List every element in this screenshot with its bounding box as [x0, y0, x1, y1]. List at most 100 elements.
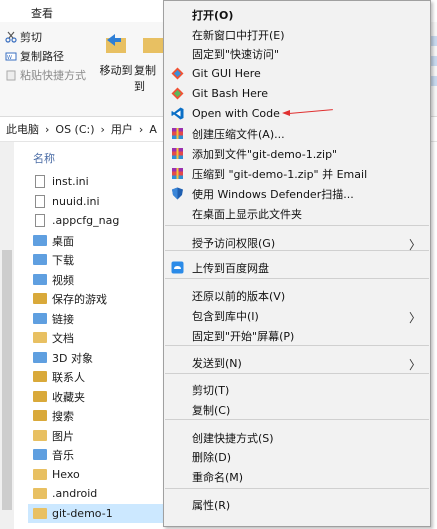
context-menu-item[interactable]: 创建压缩文件(A)... — [164, 124, 430, 143]
context-menu-item-label: 复制(C) — [192, 403, 231, 417]
music-folder-icon — [33, 449, 47, 460]
file-list-item[interactable]: .appcfg_nag — [33, 211, 119, 230]
file-list-item[interactable]: 视频 — [33, 270, 74, 289]
column-header-name[interactable]: 名称 — [33, 150, 55, 166]
context-menu-item[interactable]: 创建快捷方式(S) — [164, 428, 430, 447]
context-menu-item[interactable]: 删除(D) — [164, 447, 430, 466]
context-menu-item[interactable]: 固定到"快速访问" — [164, 44, 430, 63]
breadcrumb-users[interactable]: 用户 — [111, 121, 133, 137]
file-list-item[interactable]: 收藏夹 — [33, 387, 85, 406]
copy-path-icon: W — [5, 50, 17, 62]
file-list-item[interactable]: 联系人 — [33, 367, 85, 386]
archive-icon — [171, 147, 184, 160]
context-menu-item[interactable]: 授予访问权限(G) 〉 — [164, 233, 430, 253]
document-icon — [35, 214, 45, 227]
cut-button[interactable]: 剪切 — [5, 28, 42, 45]
file-list-item[interactable]: 保存的游戏 — [33, 289, 107, 308]
copy-path-button[interactable]: W 复制路径 — [5, 47, 64, 64]
paste-shortcut-button[interactable]: 粘贴快捷方式 — [5, 66, 86, 83]
menu-separator — [165, 225, 429, 226]
context-menu-item[interactable]: Git Bash Here — [164, 84, 430, 103]
context-menu-item[interactable]: Git GUI Here — [164, 64, 430, 83]
file-name: 文档 — [52, 331, 74, 345]
context-menu-item[interactable]: 剪切(T) — [164, 380, 430, 399]
file-list-item[interactable]: inst.ini — [33, 172, 89, 191]
file-list-item[interactable]: Hexo — [33, 465, 80, 484]
file-name: 收藏夹 — [52, 390, 85, 404]
file-name: 音乐 — [52, 448, 74, 462]
videos-folder-icon — [33, 274, 47, 285]
paste-shortcut-icon — [5, 69, 17, 81]
breadcrumb-separator[interactable]: › — [139, 123, 143, 136]
context-menu-item-label: 添加到文件"git-demo-1.zip" — [192, 147, 338, 161]
baidu-netdisk-icon — [171, 261, 184, 274]
context-menu-item[interactable]: 还原以前的版本(V) — [164, 286, 430, 305]
context-menu-item-label: 固定到"开始"屏幕(P) — [192, 329, 295, 343]
context-menu-item[interactable]: 在桌面上显示此文件夹 — [164, 204, 430, 223]
breadcrumb-user[interactable]: A — [149, 123, 157, 136]
document-icon — [35, 195, 45, 208]
context-menu-item[interactable]: Open with Code — [164, 104, 430, 123]
context-menu-item[interactable]: 包含到库中(I) 〉 — [164, 306, 430, 326]
file-list-item[interactable]: git-demo-1 — [28, 504, 163, 523]
file-list-item[interactable]: 搜索 — [33, 406, 74, 425]
context-menu-item-label: 包含到库中(I) — [192, 309, 259, 323]
file-name: 桌面 — [52, 234, 74, 248]
breadcrumb-this-pc[interactable]: 此电脑 — [6, 121, 39, 137]
file-name: .android — [52, 487, 98, 500]
context-menu-item[interactable]: 复制(C) — [164, 400, 430, 419]
folder-icon — [33, 488, 47, 499]
move-to-button[interactable]: 移动到 — [96, 30, 136, 78]
file-name: 3D 对象 — [52, 351, 93, 365]
context-menu-item[interactable]: 使用 Windows Defender扫描... — [164, 184, 430, 203]
copy-to-button[interactable]: 复制到 — [134, 30, 164, 94]
breadcrumb-drive[interactable]: OS (C:) — [55, 123, 94, 136]
file-list-item[interactable]: 文档 — [33, 328, 74, 347]
copy-path-label: 复制路径 — [20, 49, 64, 63]
context-menu-item[interactable]: 属性(R) — [164, 495, 430, 514]
file-list-item[interactable]: nuuid.ini — [33, 192, 100, 211]
context-menu-item[interactable]: 在新窗口中打开(E) — [164, 25, 430, 44]
context-menu-item[interactable]: 添加到文件"git-demo-1.zip" — [164, 144, 430, 163]
file-list-item[interactable]: 音乐 — [33, 445, 74, 464]
documents-folder-icon — [33, 332, 47, 343]
context-menu-item-label: Git Bash Here — [192, 87, 268, 100]
tab-view[interactable]: 查看 — [31, 5, 53, 21]
document-icon — [35, 175, 45, 188]
context-menu-item-label: 删除(D) — [192, 450, 232, 464]
context-menu-item[interactable]: 打开(O) — [164, 5, 430, 24]
saved-games-folder-icon — [33, 293, 47, 304]
svg-text:W: W — [7, 55, 12, 61]
file-list-item[interactable]: 桌面 — [33, 231, 74, 250]
move-to-icon — [103, 30, 129, 56]
file-list-item[interactable]: 图片 — [33, 426, 74, 445]
file-list-item[interactable]: .android — [33, 484, 97, 503]
file-list-item[interactable]: 链接 — [33, 309, 74, 328]
git-gui-icon — [171, 67, 184, 80]
paste-shortcut-label: 粘贴快捷方式 — [20, 68, 86, 82]
file-list-item[interactable]: 3D 对象 — [33, 348, 93, 367]
context-menu-item[interactable]: 固定到"开始"屏幕(P) — [164, 326, 430, 345]
archive-icon — [171, 127, 184, 140]
breadcrumb-separator[interactable]: › — [45, 123, 49, 136]
scrollbar-thumb[interactable] — [2, 250, 12, 510]
context-menu-item-label: 在新窗口中打开(E) — [192, 28, 285, 42]
context-menu-item[interactable]: 重命名(M) — [164, 467, 430, 486]
breadcrumb-separator[interactable]: › — [101, 123, 105, 136]
context-menu-item[interactable]: 压缩到 "git-demo-1.zip" 并 Email — [164, 164, 430, 183]
chevron-right-icon: 〉 — [408, 358, 421, 372]
file-name: 视频 — [52, 273, 74, 287]
context-menu-item[interactable]: 上传到百度网盘 — [164, 258, 430, 277]
file-list-item[interactable]: 下载 — [33, 250, 74, 269]
context-menu: 打开(O) 在新窗口中打开(E) 固定到"快速访问" Git GUI Here Git … — [163, 0, 431, 527]
file-name: 保存的游戏 — [52, 292, 107, 306]
archive-icon — [171, 167, 184, 180]
context-menu-item-label: 创建快捷方式(S) — [192, 431, 274, 445]
context-menu-item-label: 创建压缩文件(A)... — [192, 127, 285, 141]
chevron-right-icon: 〉 — [408, 311, 421, 325]
context-menu-item-label: 属性(R) — [192, 498, 231, 512]
move-to-label: 移动到 — [99, 64, 133, 77]
downloads-folder-icon — [33, 254, 47, 265]
contacts-folder-icon — [33, 371, 47, 382]
context-menu-item[interactable]: 发送到(N) 〉 — [164, 353, 430, 373]
